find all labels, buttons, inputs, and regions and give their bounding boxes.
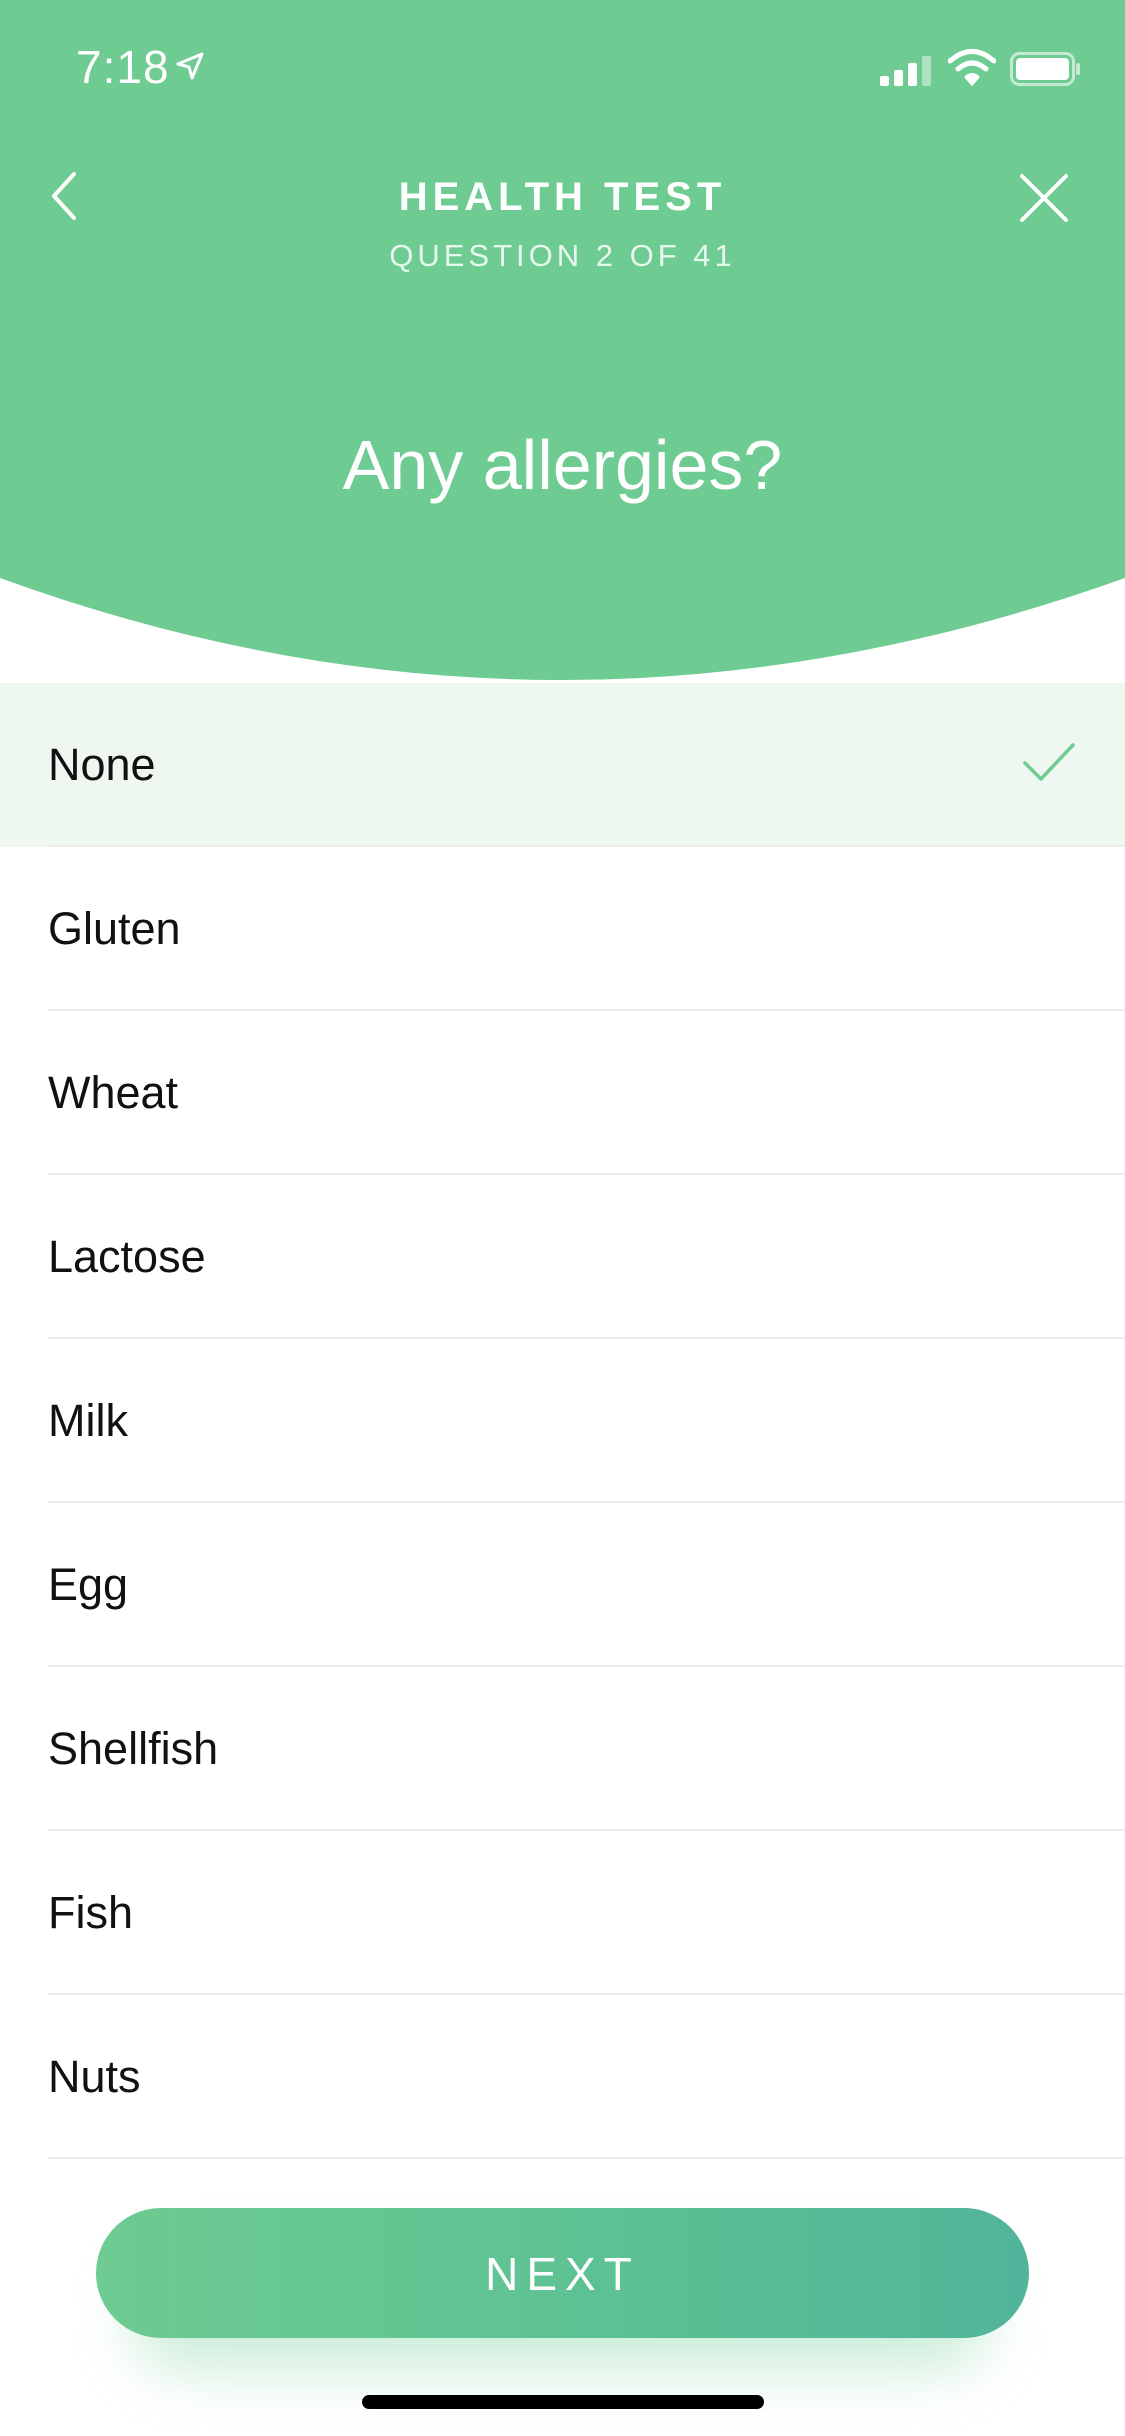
question-text: Any allergies? — [342, 426, 783, 504]
option-gluten[interactable]: Gluten — [0, 847, 1125, 1011]
battery-icon — [1010, 52, 1080, 86]
home-indicator — [362, 2395, 764, 2409]
allergy-options-list: None Gluten Wheat Lactose Milk Egg Shell… — [0, 683, 1125, 2159]
option-label: Shellfish — [48, 1723, 219, 1774]
option-none[interactable]: None — [0, 683, 1125, 847]
page-title: HEALTH TEST — [398, 175, 727, 219]
option-fish[interactable]: Fish — [0, 1831, 1125, 1995]
option-label: None — [48, 739, 156, 790]
checkmark-icon — [1023, 743, 1075, 781]
option-label: Gluten — [48, 903, 181, 954]
wifi-icon — [948, 49, 996, 86]
option-label: Fish — [48, 1887, 134, 1938]
status-time: 7:18 — [76, 41, 170, 93]
question-progress: QUESTION 2 OF 41 — [389, 238, 736, 273]
option-lactose[interactable]: Lactose — [0, 1175, 1125, 1339]
health-test-screen: 7:18 HEALTH TEST QUESTION 2 OF 41 Any al… — [0, 0, 1125, 2436]
divider — [48, 2157, 1125, 2159]
close-icon[interactable] — [1016, 170, 1072, 226]
option-milk[interactable]: Milk — [0, 1339, 1125, 1503]
cellular-signal-icon — [880, 56, 931, 86]
option-label: Wheat — [48, 1067, 179, 1118]
location-arrow-icon — [176, 52, 204, 80]
option-shellfish[interactable]: Shellfish — [0, 1667, 1125, 1831]
option-label: Nuts — [48, 2051, 141, 2102]
option-wheat[interactable]: Wheat — [0, 1011, 1125, 1175]
option-label: Lactose — [48, 1231, 206, 1282]
option-egg[interactable]: Egg — [0, 1503, 1125, 1667]
option-nuts[interactable]: Nuts — [0, 1995, 1125, 2159]
next-button[interactable]: NEXT — [96, 2208, 1029, 2338]
option-label: Milk — [48, 1395, 128, 1446]
option-label: Egg — [48, 1559, 129, 1610]
status-bar: 7:18 — [0, 0, 1125, 130]
